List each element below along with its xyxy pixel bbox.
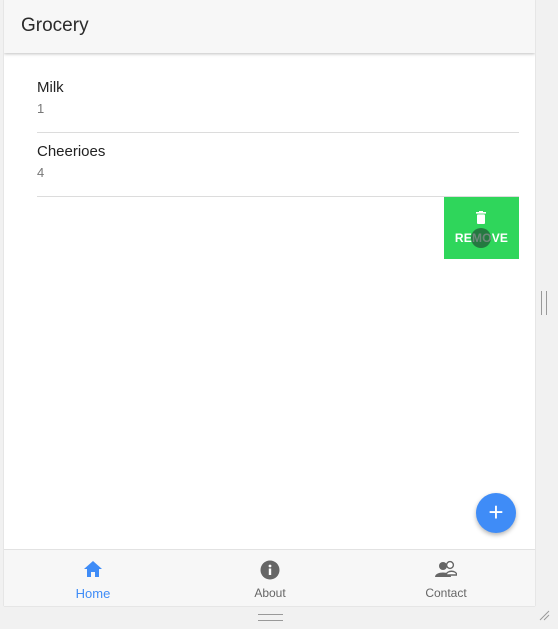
page-title: Grocery bbox=[21, 15, 89, 36]
resize-corner-icon[interactable] bbox=[538, 609, 550, 621]
list-item[interactable]: Milk 1 bbox=[37, 69, 519, 133]
nav-label-contact: Contact bbox=[425, 586, 467, 600]
nav-label-about: About bbox=[254, 586, 286, 600]
item-quantity: 4 bbox=[37, 165, 45, 180]
item-name: Milk bbox=[37, 79, 64, 96]
touch-ripple bbox=[471, 228, 491, 248]
bottom-navigation: Home About Contact bbox=[4, 549, 535, 606]
list-item[interactable]: Cheerioes 4 bbox=[37, 133, 519, 197]
info-icon bbox=[260, 560, 280, 580]
nav-item-about[interactable]: About bbox=[210, 550, 330, 606]
item-name: Cheerioes bbox=[37, 143, 106, 160]
nav-item-contact[interactable]: Contact bbox=[386, 550, 506, 606]
resize-handle-bottom[interactable] bbox=[258, 614, 283, 621]
grocery-list: Milk 1 Cheerioes 4 bbox=[37, 69, 519, 197]
nav-item-home[interactable]: Home bbox=[33, 550, 153, 606]
nav-label-home: Home bbox=[75, 586, 111, 601]
app-bar: Grocery bbox=[4, 0, 535, 53]
plus-icon: + bbox=[488, 497, 504, 527]
trash-icon bbox=[476, 211, 486, 224]
app-window: Grocery Milk 1 Cheerioes 4 REMOVE + Home bbox=[4, 0, 535, 606]
contacts-icon bbox=[435, 560, 457, 577]
home-icon bbox=[84, 561, 102, 577]
item-quantity: 1 bbox=[37, 101, 45, 116]
resize-handle-right[interactable] bbox=[541, 291, 547, 315]
remove-button[interactable]: REMOVE bbox=[444, 197, 519, 259]
add-item-button[interactable]: + bbox=[476, 493, 516, 533]
